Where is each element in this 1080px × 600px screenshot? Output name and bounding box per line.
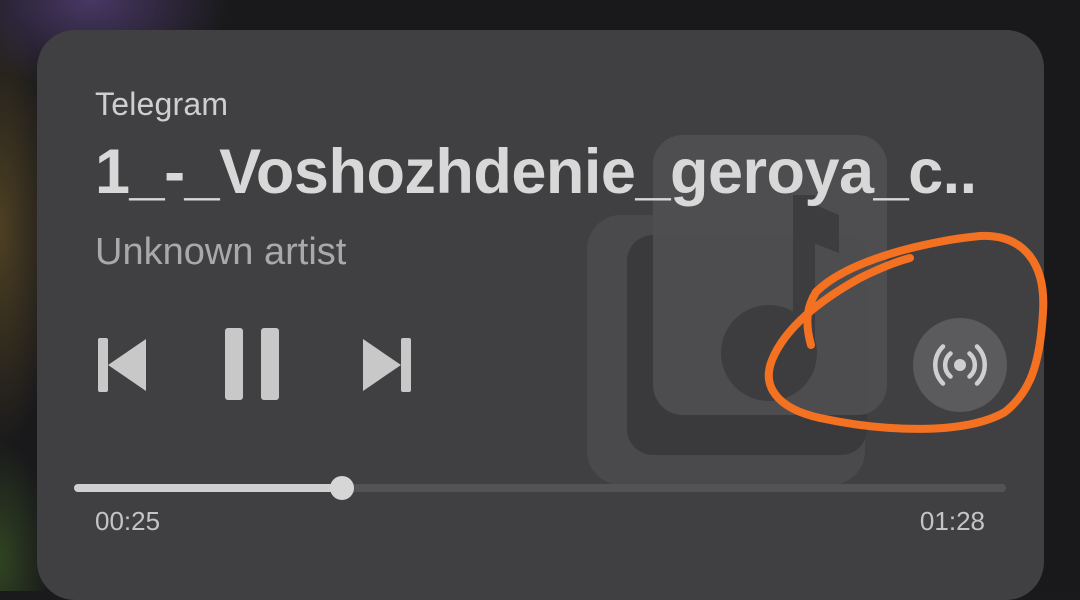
previous-track-button[interactable]: [95, 334, 149, 396]
skip-next-icon: [363, 338, 411, 392]
progress-fill: [74, 484, 343, 492]
pause-button[interactable]: [222, 328, 282, 400]
output-device-button[interactable]: [913, 318, 1007, 412]
progress-thumb[interactable]: [330, 476, 355, 500]
source-app-name: Telegram: [95, 86, 229, 122]
track-title: 1_-_Voshozhdenie_geroya_c..: [95, 137, 977, 207]
elapsed-time: 00:25: [95, 506, 161, 536]
track-artist: Unknown artist: [95, 231, 347, 273]
media-player-card: Telegram 1_-_Voshozhdenie_geroya_c.. Unk…: [37, 30, 1044, 600]
pause-icon: [225, 328, 279, 400]
total-time: 01:28: [919, 506, 985, 536]
broadcast-icon: [933, 344, 987, 386]
next-track-button[interactable]: [360, 334, 414, 396]
playback-progress-bar[interactable]: [74, 476, 1006, 500]
skip-previous-icon: [98, 338, 146, 392]
